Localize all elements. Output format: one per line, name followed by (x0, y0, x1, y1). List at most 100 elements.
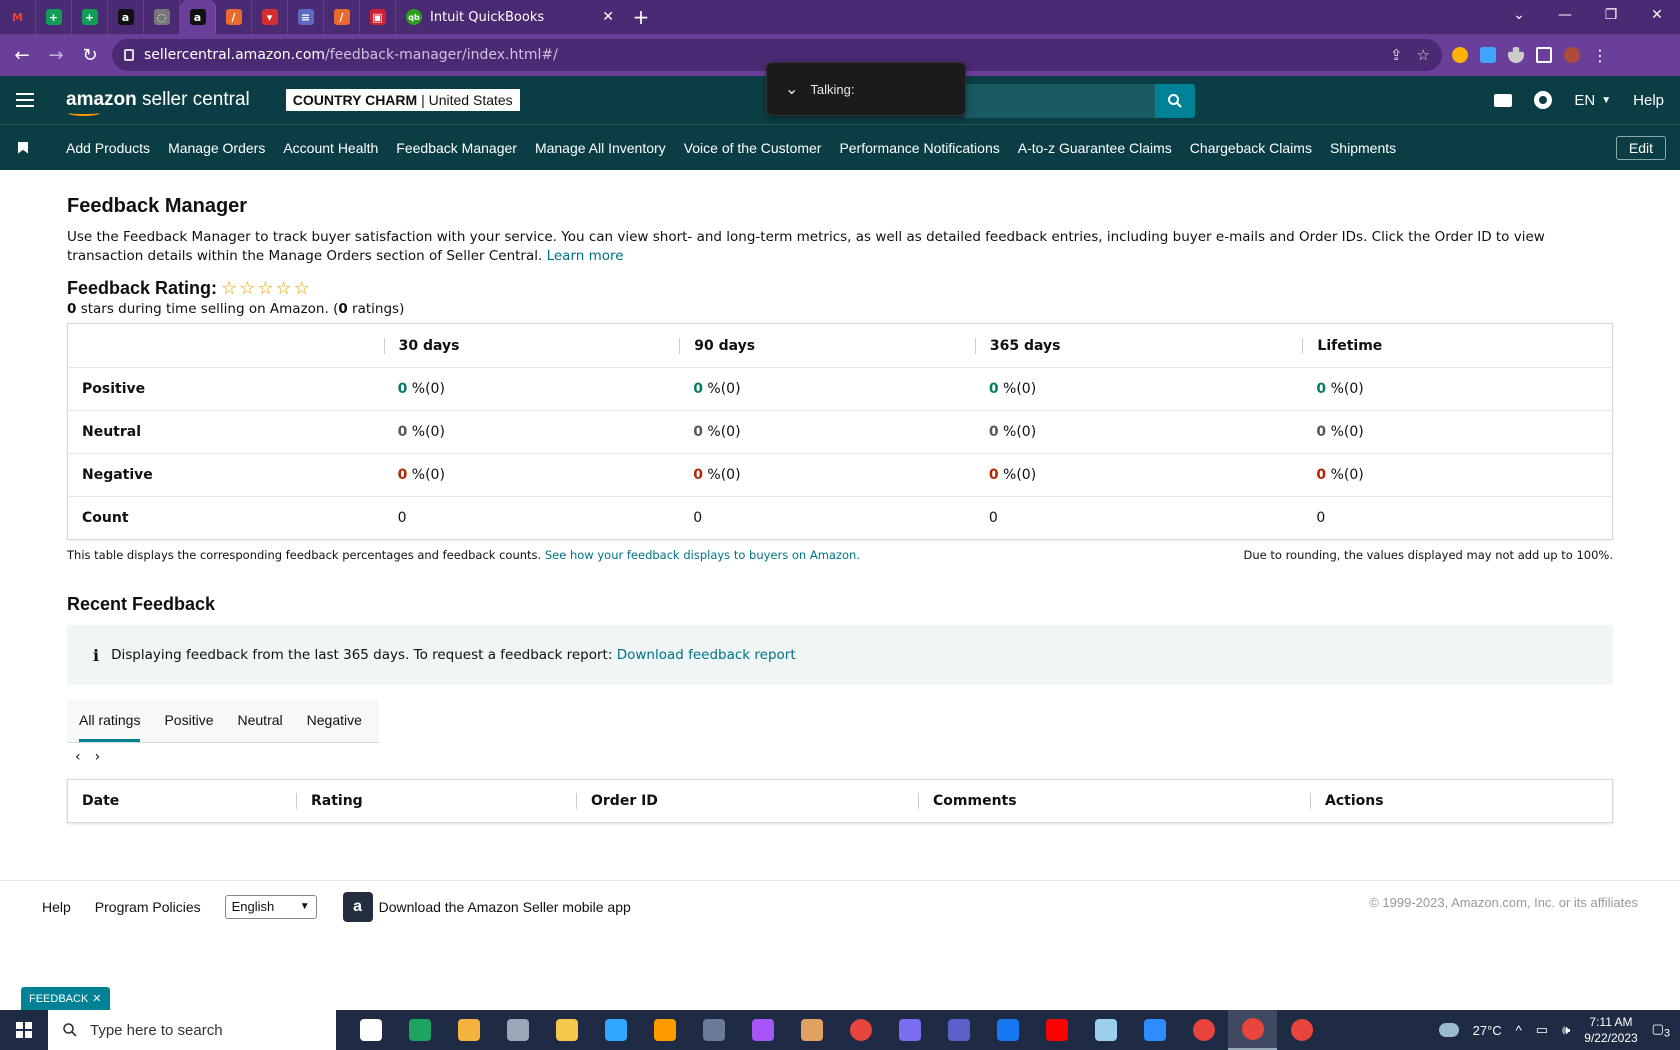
start-button[interactable] (0, 1010, 48, 1050)
browser-tab[interactable]: + (36, 0, 72, 34)
browser-tab[interactable]: M (0, 0, 36, 34)
chrome-icon[interactable] (1228, 1010, 1277, 1050)
nav-item[interactable]: Manage All Inventory (535, 140, 666, 156)
table-cell: 0 %(0) (679, 381, 975, 397)
browser-tab-active[interactable]: qb Intuit QuickBooks ✕ (396, 0, 624, 34)
side-panel-icon[interactable] (1536, 47, 1552, 63)
nav-item[interactable]: A-to-z Guarantee Claims (1018, 140, 1172, 156)
extension-icon[interactable] (1452, 47, 1468, 63)
edge-icon[interactable] (395, 1010, 444, 1050)
illustrator-icon[interactable] (640, 1010, 689, 1050)
notifications-icon[interactable]: ▢3 (1652, 1021, 1670, 1040)
browser-tab[interactable]: + (72, 0, 108, 34)
seller-central-logo[interactable]: amazon seller central (66, 89, 250, 116)
gear-icon[interactable] (1534, 91, 1553, 109)
feedback-widget-tab[interactable]: FEEDBACK ✕ (21, 987, 110, 1010)
taskbar-search-input[interactable]: Type here to search (48, 1010, 336, 1050)
bookmark-star-icon[interactable]: ☆ (1417, 46, 1430, 64)
nav-item[interactable]: Chargeback Claims (1190, 140, 1312, 156)
browser-tab[interactable]: a (108, 0, 144, 34)
app-icon[interactable] (885, 1010, 934, 1050)
help-link[interactable]: Help (1633, 92, 1664, 109)
nav-item[interactable]: Shipments (1330, 140, 1396, 156)
app-icon: / (225, 9, 242, 25)
table-row: Neutral 0 %(0) 0 %(0) 0 %(0) 0 %(0) (68, 410, 1612, 453)
tab-neutral[interactable]: Neutral (238, 712, 283, 742)
back-button[interactable]: ← (10, 43, 34, 67)
chrome-icon[interactable] (1179, 1010, 1228, 1050)
nav-item[interactable]: Feedback Manager (396, 140, 517, 156)
notes-icon[interactable] (1081, 1010, 1130, 1050)
new-tab-button[interactable]: + (624, 0, 658, 34)
nav-item[interactable]: Voice of the Customer (684, 140, 822, 156)
minimize-button[interactable]: — (1542, 0, 1588, 30)
store-icon[interactable] (444, 1010, 493, 1050)
messenger-icon[interactable] (738, 1010, 787, 1050)
restore-button[interactable]: ❐ (1588, 0, 1634, 30)
browser-tab[interactable]: ▣ (360, 0, 396, 34)
close-icon[interactable]: ✕ (92, 992, 101, 1005)
nav-item[interactable]: Account Health (283, 140, 378, 156)
store-switcher[interactable]: COUNTRY CHARM | United States (285, 89, 520, 111)
mobile-app-link[interactable]: Download the Amazon Seller mobile app (379, 899, 631, 915)
chrome-icon[interactable] (1277, 1010, 1326, 1050)
forward-button[interactable]: → (44, 43, 68, 67)
language-selector[interactable]: EN ▼ (1574, 92, 1611, 109)
browser-menu-icon[interactable]: ⋮ (1592, 46, 1608, 65)
hamburger-menu-icon[interactable] (16, 93, 34, 107)
share-icon[interactable]: ⇪ (1390, 46, 1403, 64)
download-report-link[interactable]: Download feedback report (617, 647, 796, 663)
network-icon[interactable]: ▭ (1536, 1022, 1548, 1038)
camera-icon[interactable] (493, 1010, 542, 1050)
nav-item[interactable]: Add Products (66, 140, 150, 156)
close-window-button[interactable]: ✕ (1634, 0, 1680, 30)
learn-more-link[interactable]: Learn more (547, 248, 624, 264)
tab-all-ratings[interactable]: All ratings (79, 712, 141, 742)
browser-tab[interactable]: / (324, 0, 360, 34)
browser-tab[interactable]: / (216, 0, 252, 34)
browser-tab[interactable]: a (180, 0, 216, 34)
footer-help-link[interactable]: Help (42, 899, 71, 915)
system-tray: 27°C ^ ▭ 🕪 7:11 AM 9/22/2023 ▢3 (1438, 1010, 1680, 1050)
chrome-icon[interactable] (836, 1010, 885, 1050)
program-policies-link[interactable]: Program Policies (95, 899, 201, 915)
chevron-right-icon[interactable]: › (95, 749, 101, 765)
app-icon: ▣ (369, 9, 386, 25)
tab-positive[interactable]: Positive (164, 712, 213, 742)
browser-tab[interactable]: ▾ (252, 0, 288, 34)
browser-tab[interactable]: ≡ (288, 0, 324, 34)
feedback-display-link[interactable]: See how your feedback displays to buyers… (545, 548, 860, 562)
volume-icon[interactable]: 🕪 (1562, 1022, 1570, 1038)
gmail-icon: M (12, 10, 23, 24)
explorer-icon[interactable] (542, 1010, 591, 1050)
bookmark-icon[interactable] (18, 141, 28, 154)
extension-icon[interactable] (1480, 47, 1496, 63)
nav-item[interactable]: Manage Orders (168, 140, 265, 156)
zoom-icon[interactable] (1130, 1010, 1179, 1050)
pen-icon[interactable] (787, 1010, 836, 1050)
youtube-icon[interactable] (1032, 1010, 1081, 1050)
photoshop-icon[interactable] (591, 1010, 640, 1050)
chevron-down-icon[interactable]: ⌄ (785, 79, 798, 99)
browser-tab[interactable]: ◌ (144, 0, 180, 34)
facebook-icon[interactable] (983, 1010, 1032, 1050)
profile-avatar[interactable] (1564, 47, 1580, 63)
mail-icon[interactable] (1494, 93, 1513, 107)
task-view-icon[interactable] (346, 1010, 395, 1050)
weather-icon[interactable] (1438, 1023, 1459, 1037)
reload-button[interactable]: ↻ (78, 43, 102, 67)
search-button[interactable] (1155, 84, 1195, 118)
clock[interactable]: 7:11 AM 9/22/2023 (1584, 1014, 1637, 1046)
close-tab-icon[interactable]: ✕ (602, 9, 614, 25)
nav-item[interactable]: Performance Notifications (839, 140, 999, 156)
language-select[interactable]: English ▼ (224, 894, 317, 919)
tab-search-icon[interactable]: ⌄ (1496, 0, 1542, 30)
teams-icon[interactable] (934, 1010, 983, 1050)
tab-negative[interactable]: Negative (307, 712, 362, 742)
chevron-up-icon[interactable]: ^ (1516, 1023, 1522, 1038)
chevron-left-icon[interactable]: ‹ (75, 749, 81, 765)
table-cell: 0 %(0) (679, 467, 975, 483)
puzzle-icon[interactable] (1508, 47, 1524, 63)
calculator-icon[interactable] (689, 1010, 738, 1050)
edit-nav-button[interactable]: Edit (1615, 136, 1666, 160)
